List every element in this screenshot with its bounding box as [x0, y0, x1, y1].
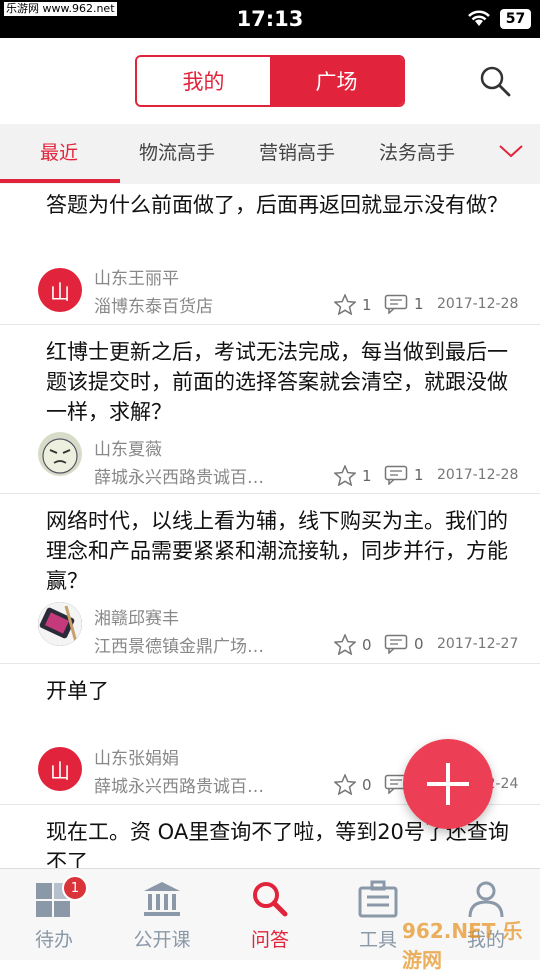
like-count[interactable]: 1	[334, 294, 372, 315]
list-item[interactable]: 答题为什么前面做了，后面再返回就显示没有做？ 山 山东王丽平 淄博东泰百货店 1…	[0, 184, 540, 325]
like-count[interactable]: 0	[334, 774, 372, 795]
tab-legal[interactable]: 法务高手	[379, 124, 455, 184]
category-tabs: 最近 物流高手 营销高手 法务高手	[0, 124, 540, 184]
chevron-down-icon[interactable]	[498, 141, 524, 161]
user-icon	[468, 881, 504, 918]
like-count[interactable]: 1	[334, 465, 372, 486]
author-name: 山东张娟娟	[94, 749, 179, 769]
status-time: 17:13	[236, 7, 304, 31]
nav-open-class[interactable]: 公开课	[108, 869, 216, 961]
post-date: 2017-12-28	[437, 467, 519, 483]
comment-count[interactable]: 1	[384, 294, 424, 314]
author-name: 湘赣邱赛丰	[94, 609, 179, 629]
header: 我的 广场	[0, 38, 540, 124]
store-name: 薛城永兴西路贵诚百…	[94, 777, 264, 797]
store-name: 薛城永兴西路贵诚百…	[94, 468, 264, 488]
briefcase-icon	[358, 880, 398, 918]
post-date: 2017-12-28	[437, 296, 519, 312]
star-icon	[334, 774, 356, 795]
nav-label: 待办	[34, 929, 73, 951]
comment-count[interactable]: 1	[384, 465, 424, 485]
search-icon	[253, 882, 288, 917]
avatar	[38, 602, 82, 646]
post-title: 开单了	[46, 679, 109, 703]
store-name: 江西景德镇金鼎广场…	[94, 637, 264, 657]
tab-square[interactable]: 广场	[270, 57, 403, 105]
star-icon	[334, 634, 356, 655]
comment-icon	[384, 634, 408, 654]
post-title: 红博士更新之后，考试无法完成，每当做到最后一题该提交时，前面的选择答案就会清空，…	[46, 340, 508, 424]
building-icon	[144, 882, 180, 916]
tab-recent[interactable]: 最近	[40, 124, 78, 184]
avatar: 山	[38, 747, 82, 791]
like-count[interactable]: 0	[334, 634, 372, 655]
post-title: 网络时代，以线上看为辅，线下购买为主。我们的理念和产品需要紧紧和潮流接轨，同步并…	[46, 509, 508, 593]
post-date: 2017-12-27	[437, 636, 519, 652]
add-question-button[interactable]	[403, 739, 493, 829]
comment-icon	[384, 465, 408, 485]
battery-indicator: 57	[500, 9, 531, 29]
author-name: 山东夏薇	[94, 440, 162, 460]
nav-todo[interactable]: 1 待办	[0, 869, 108, 961]
star-icon	[334, 294, 356, 315]
comment-count[interactable]: 0	[384, 634, 424, 654]
nav-label: 问答	[250, 929, 289, 951]
tab-mine[interactable]: 我的	[137, 57, 270, 105]
search-icon[interactable]	[478, 64, 512, 98]
cartoon-face-icon	[42, 438, 78, 474]
list-item[interactable]: 红博士更新之后，考试无法完成，每当做到最后一题该提交时，前面的选择答案就会清空，…	[0, 325, 540, 494]
list-item[interactable]: 网络时代，以线上看为辅，线下购买为主。我们的理念和产品需要紧紧和潮流接轨，同步并…	[0, 494, 540, 664]
post-title: 答题为什么前面做了，后面再返回就显示没有做？	[46, 193, 508, 217]
nav-qa[interactable]: 问答	[216, 869, 324, 961]
author-name: 山东王丽平	[94, 269, 179, 289]
star-icon	[334, 465, 356, 486]
avatar	[38, 432, 82, 476]
segmented-control: 我的 广场	[135, 55, 405, 107]
status-bar: 乐游网 www.962.net 17:13 57	[0, 0, 540, 38]
tab-marketing[interactable]: 营销高手	[259, 124, 335, 184]
phone-photo-icon	[38, 602, 82, 646]
avatar: 山	[38, 268, 82, 312]
notification-badge: 1	[62, 875, 88, 901]
comment-icon	[384, 294, 408, 314]
watermark-logo: 962.NET 乐游网	[402, 919, 523, 972]
tab-logistics[interactable]: 物流高手	[139, 124, 215, 184]
nav-label: 公开课	[133, 929, 191, 951]
wifi-icon	[468, 10, 490, 26]
active-tab-indicator	[0, 179, 120, 183]
store-name: 淄博东泰百货店	[94, 297, 213, 317]
